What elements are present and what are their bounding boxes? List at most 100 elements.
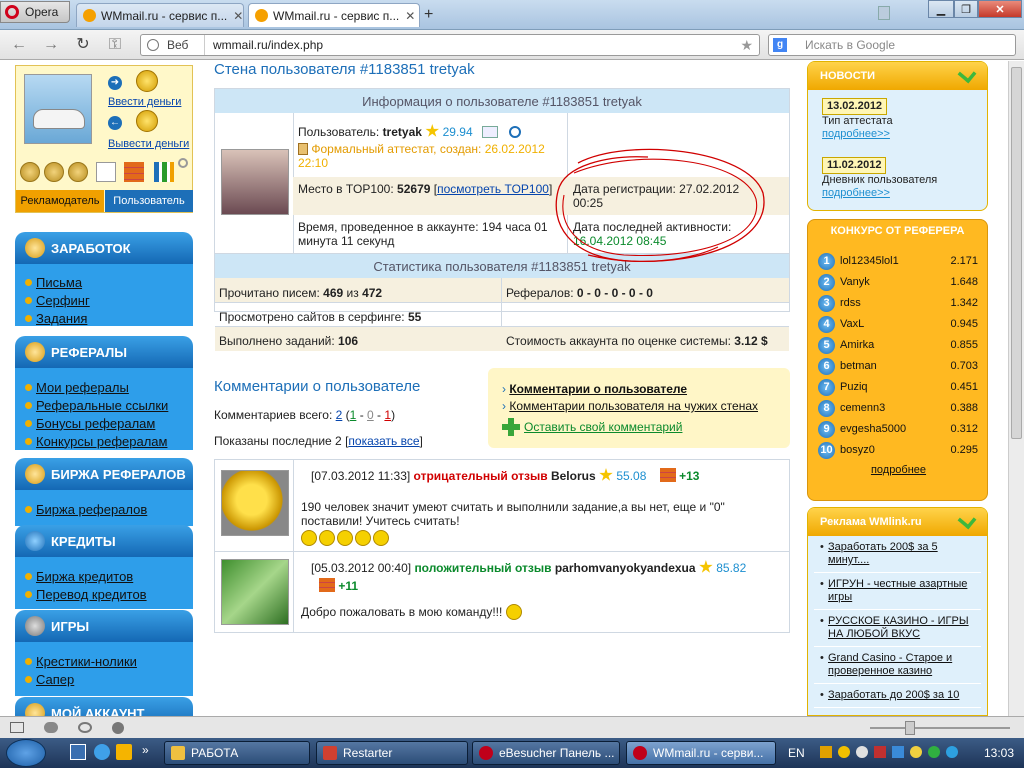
negative-comments-link[interactable]: 1 [384,408,391,422]
nav-section-referrals[interactable]: РЕФЕРАЛЫ [15,336,193,368]
deposit-link[interactable]: Ввести деньги [108,96,181,108]
neutral-comments-link[interactable]: 0 [367,408,374,422]
ad-item[interactable]: Заработать до 200$ за 10 [814,684,981,708]
taskbar-item-restarter[interactable]: Restarter [316,741,468,765]
comments-about-user-link[interactable]: Комментарии о пользователе [509,382,687,396]
trash-icon[interactable] [878,6,890,20]
notepad-icon[interactable] [96,162,116,182]
tray-icon[interactable] [910,746,922,758]
nav-section-earnings[interactable]: ЗАРАБОТОК [15,232,193,264]
withdraw-link[interactable]: Вывести деньги [108,138,189,150]
address-field[interactable]: Веб wmmail.ru/index.php ★ [140,34,760,56]
tray-icon[interactable] [874,746,886,758]
comment-item: [07.03.2012 11:33] отрицательный отзыв B… [215,460,789,552]
nav-item-referral-contests[interactable]: Конкурсы рефералам [15,432,193,450]
ad-item[interactable]: РУССКОЕ КАЗИНО - ИГРЫ НА ЛЮБОЙ ВКУС [814,610,981,647]
nav-item-tasks[interactable]: Задания [15,309,193,327]
search-field[interactable]: g Искать в Google [768,34,1016,56]
forward-button[interactable]: → [40,35,62,55]
nav-item-minesweeper[interactable]: Сапер [15,670,193,688]
contest-row: 3 rdss 1.342 [818,293,978,313]
tab-wmmail-2[interactable]: WMmail.ru - сервис п... ✕ [248,3,420,27]
maximize-button[interactable]: ❐ [954,0,978,18]
web-security-badge[interactable]: Веб [141,35,205,55]
ad-item[interactable]: ИГРУН - честные азартные игры [814,573,981,610]
overflow-chevron-icon[interactable]: » [142,743,149,757]
language-indicator[interactable]: EN [788,746,805,760]
key-icon[interactable]: ⚿ [104,35,126,55]
nav-item-tic-tac-toe[interactable]: Крестики-нолики [15,652,193,670]
opera-logo-icon [5,5,19,19]
tray-icon[interactable] [946,746,958,758]
bricks-icon[interactable] [124,162,144,182]
role-user-tab[interactable]: Пользователь [105,190,193,212]
leave-comment-link[interactable]: Оставить свой комментарий [524,420,682,434]
media-player-icon[interactable] [116,744,132,760]
gear-icon[interactable] [178,158,188,168]
back-button[interactable]: ← [8,35,30,55]
close-tab-icon[interactable]: ✕ [399,9,415,23]
tray-icon[interactable] [838,746,850,758]
tray-icon[interactable] [820,746,832,758]
tab-wmmail-1[interactable]: WMmail.ru - сервис п... ✕ [76,3,244,27]
send-message-icon[interactable] [481,126,498,138]
tray-icon[interactable] [928,746,940,758]
comments-total-link[interactable]: 2 [336,408,343,422]
nav-item-my-referrals[interactable]: Мои рефералы [15,378,193,396]
search-icon[interactable] [509,126,522,138]
speed-dial-icon[interactable] [112,722,124,734]
vertical-scrollbar[interactable] [1008,61,1024,716]
clock[interactable]: 13:03 [984,746,1014,760]
taskbar-item-ebesucher[interactable]: eBesucher Панель ... [472,741,620,765]
nav-section-referral-exchange[interactable]: БИРЖА РЕФЕРАЛОВ [15,458,193,490]
zoom-slider-handle[interactable] [905,721,915,735]
bookmark-star-icon[interactable]: ★ [740,37,753,54]
show-desktop-icon[interactable] [70,744,86,760]
share-icon[interactable] [78,722,92,733]
minimize-button[interactable]: ▁ [928,0,954,18]
role-advertiser-tab[interactable]: Рекламодатель [16,190,104,212]
nav-item-surfing[interactable]: Серфинг [15,291,193,309]
nav-item-letters[interactable]: Письма [15,273,193,291]
chart-icon[interactable] [154,162,174,182]
ad-item[interactable]: Заработать 200$ за 5 минут.... [814,536,981,573]
comment-author[interactable]: parhomvanyokyandexua [555,561,696,575]
news-more-link[interactable]: подробнее>> [822,187,890,199]
reload-button[interactable]: ↻ [72,35,94,55]
tray-icon[interactable] [856,746,868,758]
news-more-link[interactable]: подробнее>> [822,128,890,140]
close-window-button[interactable]: ✕ [978,0,1022,18]
nav-section-games[interactable]: ИГРЫ [15,610,193,642]
internet-explorer-icon[interactable] [94,744,110,760]
nav-item-credit-exchange[interactable]: Биржа кредитов [15,567,193,585]
top100-link[interactable]: посмотреть TOP100 [437,182,549,196]
close-tab-icon[interactable]: ✕ [227,9,243,23]
zoom-slider[interactable] [870,727,1010,729]
scrollbar-thumb[interactable] [1011,67,1022,439]
taskbar-item-wmmail[interactable]: WMmail.ru - серви... [626,741,776,765]
tray-icon[interactable] [892,746,904,758]
opera-menu-button[interactable]: Opera [0,1,70,23]
contest-more-link[interactable]: подробнее [808,464,989,476]
nav-section-credits[interactable]: КРЕДИТЫ [15,525,193,557]
show-all-link[interactable]: показать все [348,434,419,448]
top100-row: Место в TOP100: 52679 [посмотреть TOP100… [298,182,553,196]
star-icon [699,560,713,573]
comment-author[interactable]: Belorus [551,469,596,483]
nav-section-my-account[interactable]: МОЙ АККАУНТ [15,697,193,716]
panel-toggle-icon[interactable] [10,722,24,733]
url-text[interactable]: wmmail.ru/index.php [205,38,323,52]
nav-item-referral-links[interactable]: Реферальные ссылки [15,396,193,414]
contest-row: 4 VaxL 0.945 [818,314,978,334]
positive-comments-link[interactable]: 1 [350,408,357,422]
nav-item-referral-exchange[interactable]: Биржа рефералов [15,500,193,518]
comments-by-user-link[interactable]: Комментарии пользователя на чужих стенах [509,399,758,413]
nav-item-credit-transfer[interactable]: Перевод кредитов [15,585,193,603]
nav-item-referral-bonuses[interactable]: Бонусы рефералам [15,414,193,432]
new-tab-button[interactable]: + [424,6,433,24]
ad-item[interactable]: Grand Casino - Старое и проверенное кази… [814,647,981,684]
taskbar-item-work-folder[interactable]: РАБОТА [164,741,310,765]
attestat-label[interactable]: Формальный аттестат, создан: [311,142,481,156]
cloud-icon[interactable] [44,722,58,733]
windows-start-button[interactable] [6,739,46,767]
